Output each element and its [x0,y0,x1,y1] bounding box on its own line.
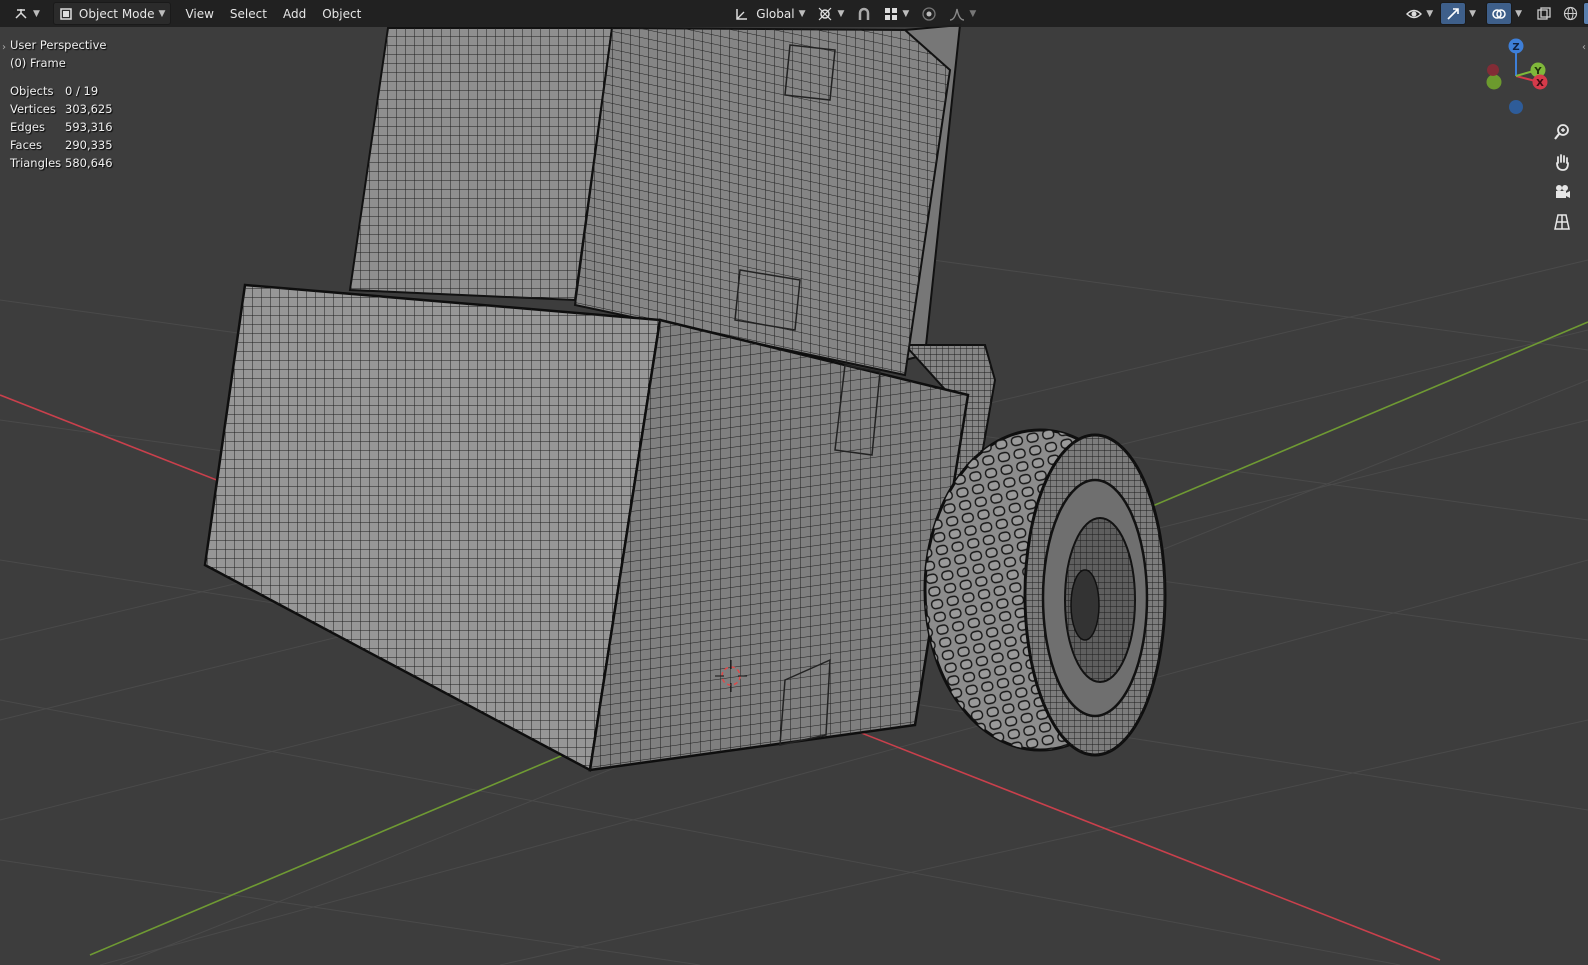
viewport-info-overlay: User Perspective (0) Frame Objects 0 / 19… [10,36,113,172]
gizmo-icon [1447,7,1459,20]
active-collection: (0) Frame [10,56,66,70]
overlay-toggle[interactable] [1486,2,1513,25]
stat-faces: Faces 290,335 [10,138,113,152]
proportional-edit-icon [922,6,936,21]
navigation-gizmo[interactable]: Z Y X [1486,38,1548,115]
eye-icon [1406,9,1423,18]
menu-object[interactable]: Object [314,7,369,21]
zoom-button[interactable] [1548,118,1576,146]
pivot-point-dropdown[interactable]: ▼ [812,3,849,24]
object-mode-dropdown[interactable]: Object Mode ▼ [52,2,172,25]
menu-select[interactable]: Select [222,7,275,21]
svg-text:X: X [1536,78,1544,89]
editor-type-button[interactable]: ▼ [8,3,45,24]
visibility-dropdown[interactable]: ▼ [1401,3,1438,24]
transform-orientation-dropdown[interactable]: Global ▼ [729,3,810,24]
scene-statistics: Objects 0 / 19 Vertices 303,625 Edges 593,3… [10,82,113,172]
grid-ortho-icon [1554,214,1570,230]
stat-objects: Objects 0 / 19 [10,84,99,98]
gizmo-toggle[interactable] [1440,2,1467,25]
overlay-icon [1492,8,1506,19]
xray-icon [1537,6,1551,20]
overlay-dropdown[interactable]: ▼ [1515,9,1522,19]
sidebar-expand-arrow-icon[interactable]: ‹ [1582,42,1586,53]
stat-edges: Edges 593,316 [10,120,113,134]
snap-toggle[interactable] [851,3,877,24]
toolbar-expand-arrow-icon[interactable]: › [2,42,6,53]
falloff-icon [950,8,965,21]
solid-shading-button[interactable] [1583,2,1588,25]
svg-text:Z: Z [1512,42,1519,53]
menu-add[interactable]: Add [275,7,314,21]
snap-grid-icon [885,7,898,20]
object-mode-icon [60,7,72,20]
camera-view-button[interactable] [1548,178,1576,206]
xray-toggle[interactable] [1532,3,1556,24]
3d-viewport[interactable]: Z Y X [0,0,1588,965]
stat-vertices: Vertices 303,625 [10,102,113,116]
wheel [923,428,1167,757]
orientation-label: Global [756,6,795,21]
view-name: User Perspective [10,38,107,52]
pan-button[interactable] [1548,148,1576,176]
proportional-edit-toggle[interactable] [916,3,942,24]
falloff-dropdown[interactable]: ▼ [944,3,981,24]
editor-type-icon [15,8,27,19]
ortho-toggle-button[interactable] [1548,208,1576,236]
gizmo-dropdown[interactable]: ▼ [1469,9,1476,19]
hand-icon [1556,154,1569,171]
viewport-header: ▼ Object Mode ▼ View Select Add Object G… [0,0,1588,27]
orientation-icon [736,8,748,20]
camera-icon [1556,185,1570,198]
snap-target-dropdown[interactable]: ▼ [879,3,914,24]
wireframe-shading-icon [1563,6,1578,21]
stat-triangles: Triangles 580,646 [10,156,113,170]
menu-view[interactable]: View [177,7,221,21]
wireframe-shading-button[interactable] [1560,3,1581,24]
snap-magnet-icon [859,7,870,20]
pivot-icon [819,7,832,20]
object-mode-label: Object Mode [78,6,155,21]
zoom-icon [1554,124,1569,140]
